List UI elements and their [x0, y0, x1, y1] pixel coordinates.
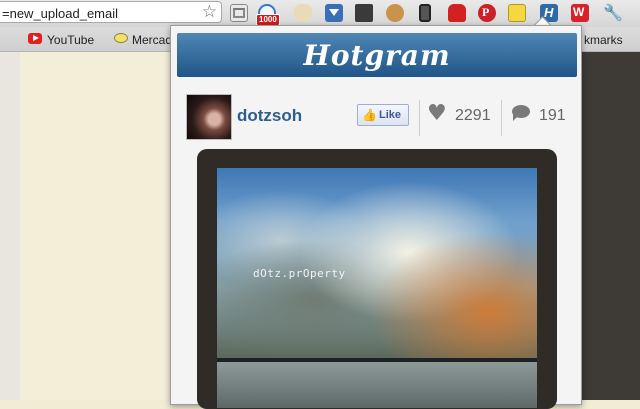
photo-frame: dOtz.prOperty — [197, 149, 557, 409]
bookmark-star-icon[interactable]: ☆ — [202, 2, 217, 22]
divider — [501, 100, 502, 136]
like-button-label: Like — [379, 109, 402, 121]
hotgram-logo: Hotgram — [303, 39, 451, 72]
mercado-icon — [114, 33, 128, 43]
comments-count: 191 — [539, 107, 566, 124]
other-bookmarks[interactable]: kmarks — [584, 33, 623, 47]
cup-icon[interactable] — [294, 4, 312, 22]
divider — [419, 100, 420, 136]
photo-watermark: dOtz.prOperty — [253, 267, 346, 280]
like-button[interactable]: 👍 Like — [357, 104, 409, 126]
page-right-panel — [580, 52, 640, 400]
heart-icon: ♥ — [427, 101, 447, 126]
w-icon[interactable]: W — [571, 4, 589, 22]
popup-header: Hotgram — [177, 33, 577, 77]
comment-bubble-icon — [512, 105, 530, 121]
avatar[interactable] — [186, 94, 232, 140]
hotgram-popup: Hotgram dotzsoh 👍 Like ♥ 2291 191 dOtz.p… — [170, 25, 582, 409]
cookie-icon[interactable] — [386, 4, 404, 22]
photo-water — [217, 362, 537, 408]
monitor-icon[interactable] — [355, 4, 373, 22]
address-bar-url[interactable]: =new_upload_email — [2, 6, 118, 21]
phone-icon[interactable] — [419, 4, 431, 22]
bookmark-mercado[interactable]: Mercad — [132, 33, 172, 47]
page-left-edge — [0, 52, 20, 400]
thumbs-up-icon: 👍 — [362, 108, 377, 122]
download-icon[interactable] — [325, 4, 343, 22]
pinterest-icon[interactable]: P — [478, 4, 496, 22]
likes-count: 2291 — [455, 107, 491, 124]
wrench-icon[interactable]: 🔧 — [602, 3, 623, 22]
bookmark-youtube[interactable]: YouTube — [47, 33, 94, 47]
magnifier-icon[interactable] — [508, 4, 526, 22]
username[interactable]: dotzsoh — [237, 106, 302, 126]
address-bar[interactable]: =new_upload_email ☆ — [0, 1, 222, 23]
post-photo[interactable]: dOtz.prOperty — [217, 168, 537, 408]
sofa-icon[interactable] — [448, 4, 466, 22]
youtube-icon — [28, 33, 42, 44]
gmail-icon[interactable] — [230, 4, 248, 22]
